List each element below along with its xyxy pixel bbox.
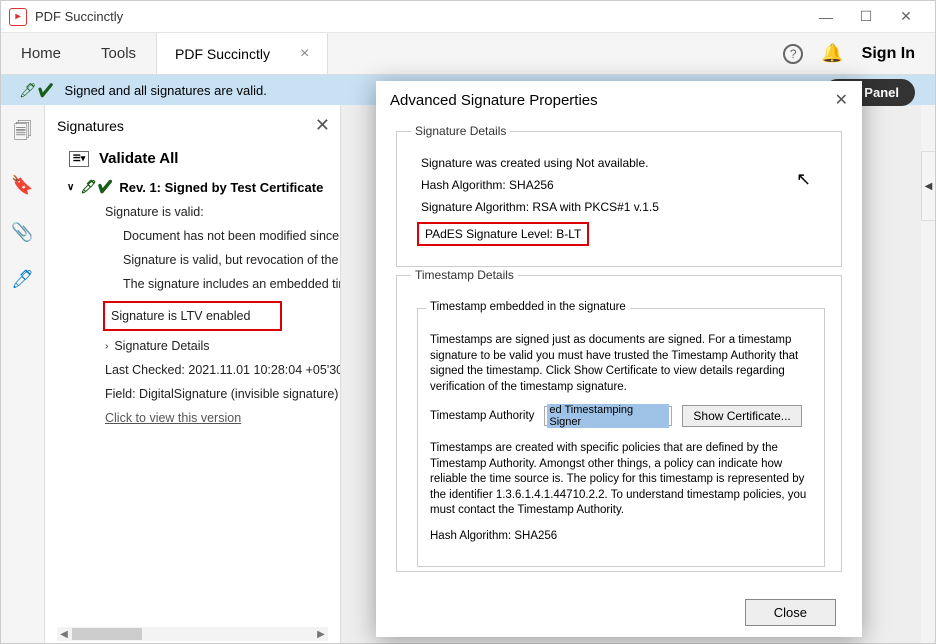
right-pane-toggle[interactable]: ◀ (921, 151, 935, 221)
signatures-panel-title: Signatures (57, 118, 124, 134)
created-using: Signature was created using Not availabl… (421, 156, 827, 170)
signature-details-expand[interactable]: › Signature Details (105, 339, 340, 353)
timestamp-explain-1: Timestamps are signed just as documents … (430, 333, 812, 395)
revision-item[interactable]: ∨ 🖊✔ Rev. 1: Signed by Test Certificate (67, 179, 340, 195)
chevron-right-icon: › (105, 341, 108, 352)
signature-details-group: Signature Details Signature was created … (396, 131, 842, 267)
dialog-footer: Close (376, 587, 862, 637)
window-title: PDF Succinctly (35, 9, 819, 24)
close-window-button[interactable]: ✕ (899, 10, 913, 24)
toolbar: Home Tools PDF Succinctly × ? 🔔 Sign In (1, 33, 935, 75)
signature-badge-icon: 🖊✔ (80, 179, 113, 195)
signature-icon[interactable]: 🖊 (11, 269, 34, 290)
validation-text: Signed and all signatures are valid. (65, 83, 267, 98)
window-controls: — ☐ ✕ (819, 10, 913, 24)
bookmark-icon[interactable]: 🔖 (11, 175, 33, 196)
signature-valid-icon: 🖊✔ (19, 82, 55, 99)
titlebar: ▸ PDF Succinctly — ☐ ✕ (1, 1, 935, 33)
sig-valid-label: Signature is valid: (105, 205, 340, 219)
tab-home[interactable]: Home (1, 33, 81, 74)
document-tab-label: PDF Succinctly (175, 46, 270, 62)
revision-details: Signature is valid: Document has not bee… (105, 205, 340, 425)
dialog-body: Signature Details Signature was created … (376, 119, 862, 587)
close-tab-icon[interactable]: × (300, 45, 309, 63)
ltv-enabled-highlight: Signature is LTV enabled (103, 301, 282, 331)
dialog-title: Advanced Signature Properties (390, 92, 598, 109)
signatures-panel: Signatures ✕ ☰▾ Validate All ∨ 🖊✔ Rev. 1… (45, 105, 341, 643)
validate-all-label: Validate All (99, 150, 178, 167)
timestamp-authority-row: Timestamp Authority ed Timestamping Sign… (430, 405, 812, 427)
signature-algorithm: Signature Algorithm: RSA with PKCS#1 v.1… (421, 200, 827, 214)
advanced-signature-dialog: Advanced Signature Properties ✕ Signatur… (376, 81, 862, 637)
bell-icon[interactable]: 🔔 (821, 43, 843, 64)
timestamp-details-legend: Timestamp Details (411, 268, 518, 282)
timestamp-authority-label: Timestamp Authority (430, 410, 534, 422)
app-icon: ▸ (9, 8, 27, 26)
horizontal-scrollbar[interactable]: ◀ ▶ (57, 627, 328, 641)
timestamp-authority-value: ed Timestamping Signer (547, 404, 669, 428)
timestamp-authority-field[interactable]: ed Timestamping Signer (544, 406, 672, 426)
signature-details-legend: Signature Details (411, 124, 510, 138)
pages-icon[interactable]: 🗐 (14, 119, 32, 149)
pades-level-highlight: PAdES Signature Level: B-LT (417, 222, 589, 246)
timestamp-embedded-group: Timestamp embedded in the signature Time… (417, 308, 825, 567)
pades-level: PAdES Signature Level: B-LT (425, 227, 581, 241)
timestamp-details-group: Timestamp Details Timestamp embedded in … (396, 275, 842, 572)
last-checked: Last Checked: 2021.11.01 10:28:04 +05'30… (105, 363, 340, 377)
scroll-thumb[interactable] (72, 628, 142, 640)
left-rail: 🗐 🔖 📎 🖊 (1, 105, 45, 643)
revision-label: Rev. 1: Signed by Test Certificate (119, 180, 323, 195)
maximize-button[interactable]: ☐ (859, 10, 873, 24)
scroll-left-icon[interactable]: ◀ (57, 629, 71, 640)
dialog-close-icon[interactable]: ✕ (835, 90, 848, 110)
tab-tools[interactable]: Tools (81, 33, 156, 74)
signatures-panel-header: Signatures ✕ (57, 115, 340, 136)
dialog-header: Advanced Signature Properties ✕ (376, 81, 862, 119)
scroll-right-icon[interactable]: ▶ (314, 629, 328, 640)
minimize-button[interactable]: — (819, 10, 833, 24)
toolbar-right: ? 🔔 Sign In (783, 43, 935, 64)
view-version-link[interactable]: Click to view this version (105, 411, 340, 425)
hash-algorithm: Hash Algorithm: SHA256 (421, 178, 827, 192)
sign-in-button[interactable]: Sign In (862, 45, 915, 63)
options-icon[interactable]: ☰▾ (69, 151, 89, 167)
timestamp-explain-2: Timestamps are created with specific pol… (430, 441, 812, 519)
embedded-timestamp: The signature includes an embedded times (123, 277, 340, 291)
timestamp-hash-algorithm: Hash Algorithm: SHA256 (430, 529, 812, 545)
help-icon[interactable]: ? (783, 44, 803, 64)
timestamp-embedded-legend: Timestamp embedded in the signature (426, 301, 630, 313)
document-tab[interactable]: PDF Succinctly × (156, 33, 328, 74)
signature-details-label: Signature Details (114, 339, 209, 353)
attachment-icon[interactable]: 📎 (11, 222, 33, 243)
show-certificate-button[interactable]: Show Certificate... (682, 405, 801, 427)
close-panel-icon[interactable]: ✕ (315, 115, 330, 136)
close-button[interactable]: Close (745, 599, 836, 626)
doc-not-modified: Document has not been modified since thi (123, 229, 340, 243)
ltv-enabled-text: Signature is LTV enabled (111, 309, 250, 323)
chevron-down-icon[interactable]: ∨ (67, 182, 74, 193)
field-name: Field: DigitalSignature (invisible signa… (105, 387, 340, 401)
validate-all-button[interactable]: ☰▾ Validate All (69, 150, 340, 167)
sig-valid-revocation: Signature is valid, but revocation of th… (123, 253, 340, 267)
